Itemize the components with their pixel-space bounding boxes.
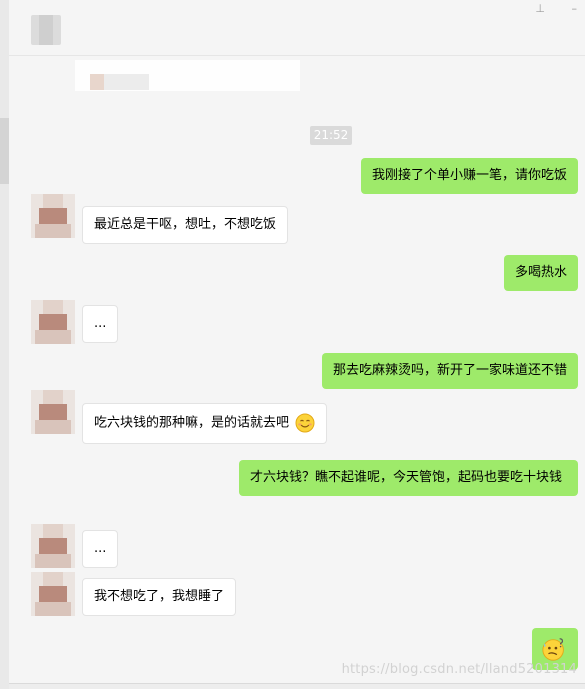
incoming-message[interactable]: ... xyxy=(82,530,119,568)
smile-emoji-icon xyxy=(295,413,315,433)
timestamp: 21:52 xyxy=(310,126,352,145)
message-text: 那去吃麻辣烫吗，新开了一家味道还不错 xyxy=(332,363,567,378)
message-text: 我刚接了个单小赚一笔，请你吃饭 xyxy=(371,168,567,183)
message-text: ... xyxy=(94,316,107,331)
outgoing-message[interactable]: 我刚接了个单小赚一笔，请你吃饭 xyxy=(360,158,578,194)
message-text: ... xyxy=(94,541,107,556)
message-text: 吃六块钱的那种嘛，是的话就去吧 xyxy=(94,415,290,431)
message-text: 多喝热水 xyxy=(514,265,567,280)
incoming-message[interactable]: 吃六块钱的那种嘛，是的话就去吧 xyxy=(82,403,328,444)
input-divider xyxy=(9,683,585,689)
blur-block xyxy=(90,74,104,90)
window-control-icon[interactable]: – xyxy=(572,2,578,15)
chat-header: ⊥ – xyxy=(9,0,585,56)
sender-avatar[interactable] xyxy=(31,524,75,568)
outgoing-message[interactable]: 多喝热水 xyxy=(503,255,578,291)
outgoing-message[interactable]: 才六块钱？瞧不起谁呢，今天管饱，起码也要吃十块钱 xyxy=(239,460,578,496)
incoming-message[interactable]: 我不想吃了，我想睡了 xyxy=(82,578,237,616)
incoming-message[interactable]: ... xyxy=(82,305,119,343)
incoming-message[interactable]: 最近总是干呕，想吐，不想吃饭 xyxy=(82,206,289,244)
confused-sweat-emoji-icon xyxy=(542,638,564,661)
message-text: 我不想吃了，我想睡了 xyxy=(94,589,225,604)
blur-block xyxy=(104,74,149,90)
watermark-text: https://blog.csdn.net/lland5201314 xyxy=(341,662,577,677)
outgoing-message[interactable]: 那去吃麻辣烫吗，新开了一家味道还不错 xyxy=(321,353,578,389)
window-left-edge xyxy=(0,0,9,689)
sender-avatar[interactable] xyxy=(31,572,75,616)
message-text: 才六块钱？瞧不起谁呢，今天管饱，起码也要吃十块钱 xyxy=(250,470,563,485)
contact-avatar[interactable] xyxy=(31,15,61,45)
scroll-shade xyxy=(0,118,9,184)
sender-avatar[interactable] xyxy=(31,194,75,238)
blurred-message xyxy=(75,60,300,91)
pin-icon[interactable]: ⊥ xyxy=(535,2,545,15)
sender-avatar[interactable] xyxy=(31,390,75,434)
message-text: 最近总是干呕，想吐，不想吃饭 xyxy=(94,217,277,232)
sender-avatar[interactable] xyxy=(31,300,75,344)
